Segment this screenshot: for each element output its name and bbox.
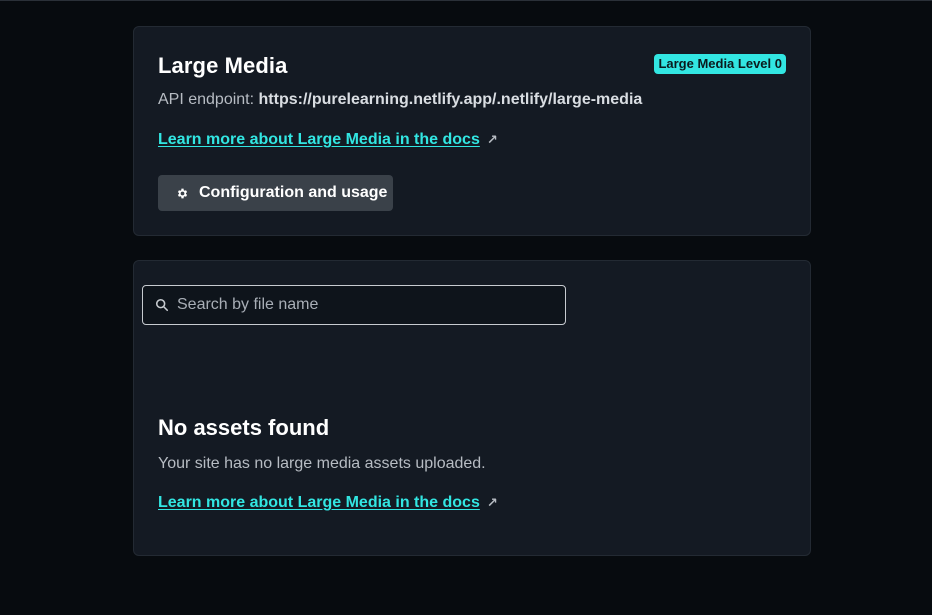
docs-link-label: Learn more about Large Media in the docs <box>158 131 480 148</box>
assets-card: No assets found Your site has no large m… <box>133 260 811 556</box>
level-badge: Large Media Level 0 <box>654 54 786 74</box>
search-field[interactable] <box>142 285 566 325</box>
card-title: Large Media <box>158 53 288 78</box>
empty-state-title: No assets found <box>158 415 330 440</box>
api-endpoint-label: API endpoint: <box>158 91 255 108</box>
external-arrow-icon: ↗ <box>486 132 498 147</box>
search-input[interactable] <box>177 296 547 314</box>
configuration-button[interactable]: Configuration and usage <box>158 175 393 211</box>
docs-link[interactable]: Learn more about Large Media in the docs… <box>158 131 498 149</box>
external-arrow-icon: ↗ <box>486 495 498 510</box>
docs-link-label: Learn more about Large Media in the docs <box>158 494 480 511</box>
api-endpoint: API endpoint: https://purelearning.netli… <box>158 91 642 109</box>
search-icon <box>155 298 169 312</box>
large-media-card: Large Media Large Media Level 0 API endp… <box>133 26 811 236</box>
empty-state-description: Your site has no large media assets uplo… <box>158 455 486 472</box>
top-divider <box>0 0 932 1</box>
docs-link[interactable]: Learn more about Large Media in the docs… <box>158 494 498 512</box>
api-endpoint-url: https://purelearning.netlify.app/.netlif… <box>258 91 643 108</box>
gear-icon <box>177 188 188 198</box>
configuration-button-label: Configuration and usage <box>199 184 388 201</box>
